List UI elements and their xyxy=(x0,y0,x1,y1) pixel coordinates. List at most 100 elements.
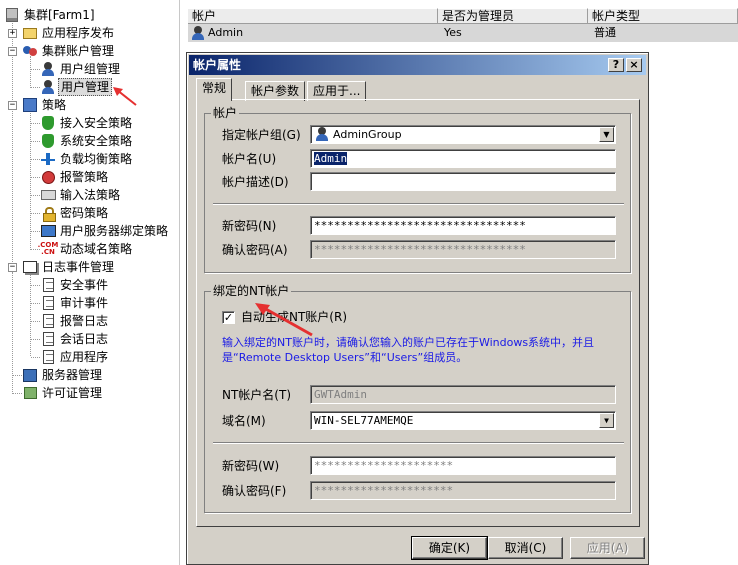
description-label: 帐户描述(D) xyxy=(222,175,289,189)
expand-toggle[interactable]: + xyxy=(8,29,17,38)
alarm-icon xyxy=(40,169,56,185)
tree-connector xyxy=(31,231,40,232)
folder-icon xyxy=(22,25,38,41)
nt-account-note-line1: 输入绑定的NT账户时，请确认您输入的账户已存在于Windows系统中，并且 xyxy=(222,336,595,349)
tree-item-label: 集群账户管理 xyxy=(42,44,115,58)
tree-item-label: 应用程序发布 xyxy=(42,26,115,40)
shield-icon xyxy=(40,115,56,131)
tree-item-label: 用户管理 xyxy=(58,78,113,96)
tree-connector xyxy=(13,375,22,376)
table-row[interactable]: Admin Yes 普通 xyxy=(188,24,738,42)
tab-apply-to[interactable]: 应用于... xyxy=(307,81,367,101)
tree-connector xyxy=(30,110,31,250)
account-groupbox: 帐户 指定帐户组(G) AdminGroup ▼ 帐户名(U) Admin 帐户… xyxy=(204,106,631,273)
domain-combobox[interactable]: WIN-SEL77AMEMQE ▼ xyxy=(310,411,616,430)
cancel-button[interactable]: 取消(C) xyxy=(488,537,563,559)
help-button[interactable]: ? xyxy=(608,58,624,72)
tree-item-label: 用户服务器绑定策略 xyxy=(60,224,169,238)
tree-connector xyxy=(31,357,40,358)
nt-account-name-field[interactable]: GWTAdmin xyxy=(310,385,616,404)
log-icon xyxy=(22,259,38,275)
tree-item-label: 集群[Farm1] xyxy=(24,8,95,22)
auto-generate-checkbox[interactable]: ✓ xyxy=(222,311,235,324)
navigation-tree[interactable]: 集群[Farm1] + 应用程序发布 − 集群账户管理 用户组管理 用户管理 −… xyxy=(0,0,180,565)
nt-confirm-password-label: 确认密码(F) xyxy=(222,484,287,498)
nt-group-title: 绑定的NT帐户 xyxy=(211,284,292,298)
column-header-account[interactable]: 帐户 xyxy=(188,8,438,24)
tree-item-label: 报警策略 xyxy=(60,170,109,184)
user-group-icon xyxy=(40,61,56,77)
username-label: 帐户名(U) xyxy=(222,152,277,166)
close-button[interactable]: × xyxy=(626,58,642,72)
keyboard-icon xyxy=(40,187,56,203)
tree-item-label: 应用程序 xyxy=(60,350,109,364)
network-icon xyxy=(40,151,56,167)
domain-value: WIN-SEL77AMEMQE xyxy=(314,414,414,427)
tab-general[interactable]: 常规 xyxy=(196,78,233,101)
collapse-toggle[interactable]: − xyxy=(8,47,17,56)
users-icon xyxy=(22,43,38,59)
tree-item-label: 许可证管理 xyxy=(42,386,103,400)
chevron-down-icon[interactable]: ▼ xyxy=(599,413,614,428)
list-header: 帐户 是否为管理员 帐户类型 xyxy=(188,8,738,24)
lock-icon xyxy=(40,205,56,222)
description-field[interactable] xyxy=(310,172,616,191)
page-icon xyxy=(40,331,56,347)
confirm-password-field[interactable]: ******************************** xyxy=(310,240,616,259)
nt-new-password-field[interactable]: ********************* xyxy=(310,456,616,475)
new-password-field[interactable]: ******************************** xyxy=(310,216,616,235)
tree-connector xyxy=(31,303,40,304)
tree-connector xyxy=(30,56,31,88)
user-icon xyxy=(190,25,206,41)
collapse-toggle[interactable]: − xyxy=(8,263,17,272)
column-header-is-admin[interactable]: 是否为管理员 xyxy=(438,8,588,24)
dialog-title: 帐户属性 xyxy=(193,58,242,72)
usergroup-value: AdminGroup xyxy=(333,128,402,141)
server-icon xyxy=(4,7,20,23)
dialog-titlebar[interactable]: 帐户属性 ? × xyxy=(189,55,646,75)
ok-button[interactable]: 确定(K) xyxy=(411,536,488,560)
tree-connector xyxy=(31,141,40,142)
nt-confirm-password-field[interactable]: ********************* xyxy=(310,481,616,500)
tree-item-label: 系统安全策略 xyxy=(60,134,133,148)
username-value: Admin xyxy=(314,152,348,165)
tree-item-label: 审计事件 xyxy=(60,296,109,310)
tree-connector xyxy=(12,20,13,270)
usergroup-label: 指定帐户组(G) xyxy=(222,128,301,142)
separator xyxy=(213,442,624,444)
tree-connector xyxy=(31,177,40,178)
auto-generate-label[interactable]: 自动生成NT账户(R) xyxy=(241,308,347,326)
shield-icon xyxy=(40,133,56,149)
com-icon: .COM .CN xyxy=(37,241,59,256)
tree-item-label: 日志事件管理 xyxy=(42,260,115,274)
account-group-title: 帐户 xyxy=(211,106,240,120)
user-icon xyxy=(40,79,56,95)
tree-item-label: 安全事件 xyxy=(60,278,109,292)
column-header-account-type[interactable]: 帐户类型 xyxy=(588,8,738,24)
usergroup-combobox[interactable]: AdminGroup ▼ xyxy=(310,125,616,144)
tree-item-label: 会话日志 xyxy=(60,332,109,346)
collapse-toggle[interactable]: − xyxy=(8,101,17,110)
tree-item-label: 报警日志 xyxy=(60,314,109,328)
tree-item-label: 接入安全策略 xyxy=(60,116,133,130)
cell-account: Admin xyxy=(208,26,244,39)
tree-connector xyxy=(31,285,40,286)
apply-button[interactable]: 应用(A) xyxy=(570,537,645,559)
tab-account-params[interactable]: 帐户参数 xyxy=(245,81,306,101)
page-icon xyxy=(40,295,56,311)
tree-connector xyxy=(31,159,40,160)
tree-connector xyxy=(31,87,40,88)
tree-item-label: 用户组管理 xyxy=(60,62,121,76)
cell-is-admin: Yes xyxy=(444,26,462,39)
new-password-label: 新密码(N) xyxy=(222,219,277,233)
domain-label: 域名(M) xyxy=(222,414,266,428)
tab-panel-general: 帐户 指定帐户组(G) AdminGroup ▼ 帐户名(U) Admin 帐户… xyxy=(196,99,640,527)
nt-account-note-line2: 是“Remote Desktop Users”和“Users”组成员。 xyxy=(222,351,468,364)
tree-connector xyxy=(31,339,40,340)
page-icon xyxy=(40,313,56,329)
username-field[interactable]: Admin xyxy=(310,149,616,168)
tree-item-label: 输入法策略 xyxy=(60,188,121,202)
chevron-down-icon[interactable]: ▼ xyxy=(599,127,614,142)
tree-item-label: 动态域名策略 xyxy=(60,242,133,256)
tree-connector xyxy=(31,69,40,70)
